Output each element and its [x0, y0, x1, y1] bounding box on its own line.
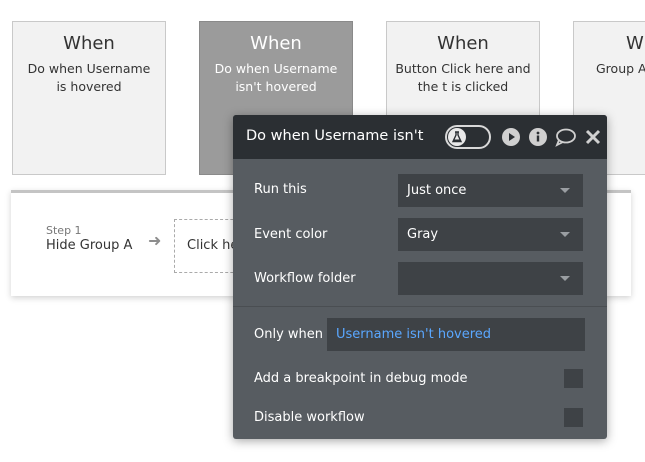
arrow-right-icon: ➜: [148, 231, 162, 250]
run-this-value: Just once: [407, 183, 467, 198]
workflow-folder-dropdown[interactable]: [398, 262, 583, 295]
flask-icon: [448, 128, 466, 146]
run-this-label: Run this: [254, 182, 307, 197]
event-card-title: When: [437, 33, 489, 54]
event-card-description: Group A: [596, 61, 645, 76]
only-when-expression[interactable]: Username isn't hovered: [336, 327, 491, 342]
close-icon[interactable]: [584, 127, 604, 147]
comment-icon[interactable]: [555, 127, 576, 147]
chevron-down-icon: [560, 188, 570, 193]
panel-title: Do when Username isn't: [246, 128, 424, 144]
breakpoint-checkbox[interactable]: [564, 369, 583, 388]
event-color-label: Event color: [254, 227, 328, 242]
debug-toggle[interactable]: [445, 125, 491, 149]
chevron-down-icon: [560, 232, 570, 237]
chevron-down-icon: [560, 276, 570, 281]
event-color-value: Gray: [407, 227, 439, 242]
panel-header: Do when Username isn't: [233, 115, 607, 159]
info-icon[interactable]: [528, 127, 548, 147]
event-card-description: Button Click here and the t is clicked: [395, 61, 531, 94]
workflow-folder-label: Workflow folder: [254, 271, 356, 286]
breakpoint-label: Add a breakpoint in debug mode: [254, 371, 468, 386]
event-properties-panel: Do when Username isn't Run this Just onc…: [233, 115, 607, 439]
disable-workflow-label: Disable workflow: [254, 410, 365, 425]
event-card-description: Do when Username isn't hovered: [214, 61, 338, 94]
event-card-title: When: [250, 33, 302, 54]
play-icon[interactable]: [501, 127, 521, 147]
only-when-label: Only when: [254, 327, 324, 342]
event-card-username-hovered[interactable]: When Do when Username is hovered: [12, 21, 166, 175]
event-card-description: Do when Username is hovered: [27, 61, 151, 94]
run-this-dropdown[interactable]: Just once: [398, 174, 583, 207]
event-color-dropdown[interactable]: Gray: [398, 218, 583, 251]
divider: [233, 306, 607, 307]
only-when-condition-field[interactable]: Username isn't hovered: [327, 318, 585, 351]
step-number: Step 1: [46, 224, 82, 237]
step-name[interactable]: Hide Group A: [46, 238, 132, 253]
disable-workflow-checkbox[interactable]: [564, 408, 583, 427]
event-card-title: When: [63, 33, 115, 54]
event-card-title: Wh: [626, 33, 645, 54]
